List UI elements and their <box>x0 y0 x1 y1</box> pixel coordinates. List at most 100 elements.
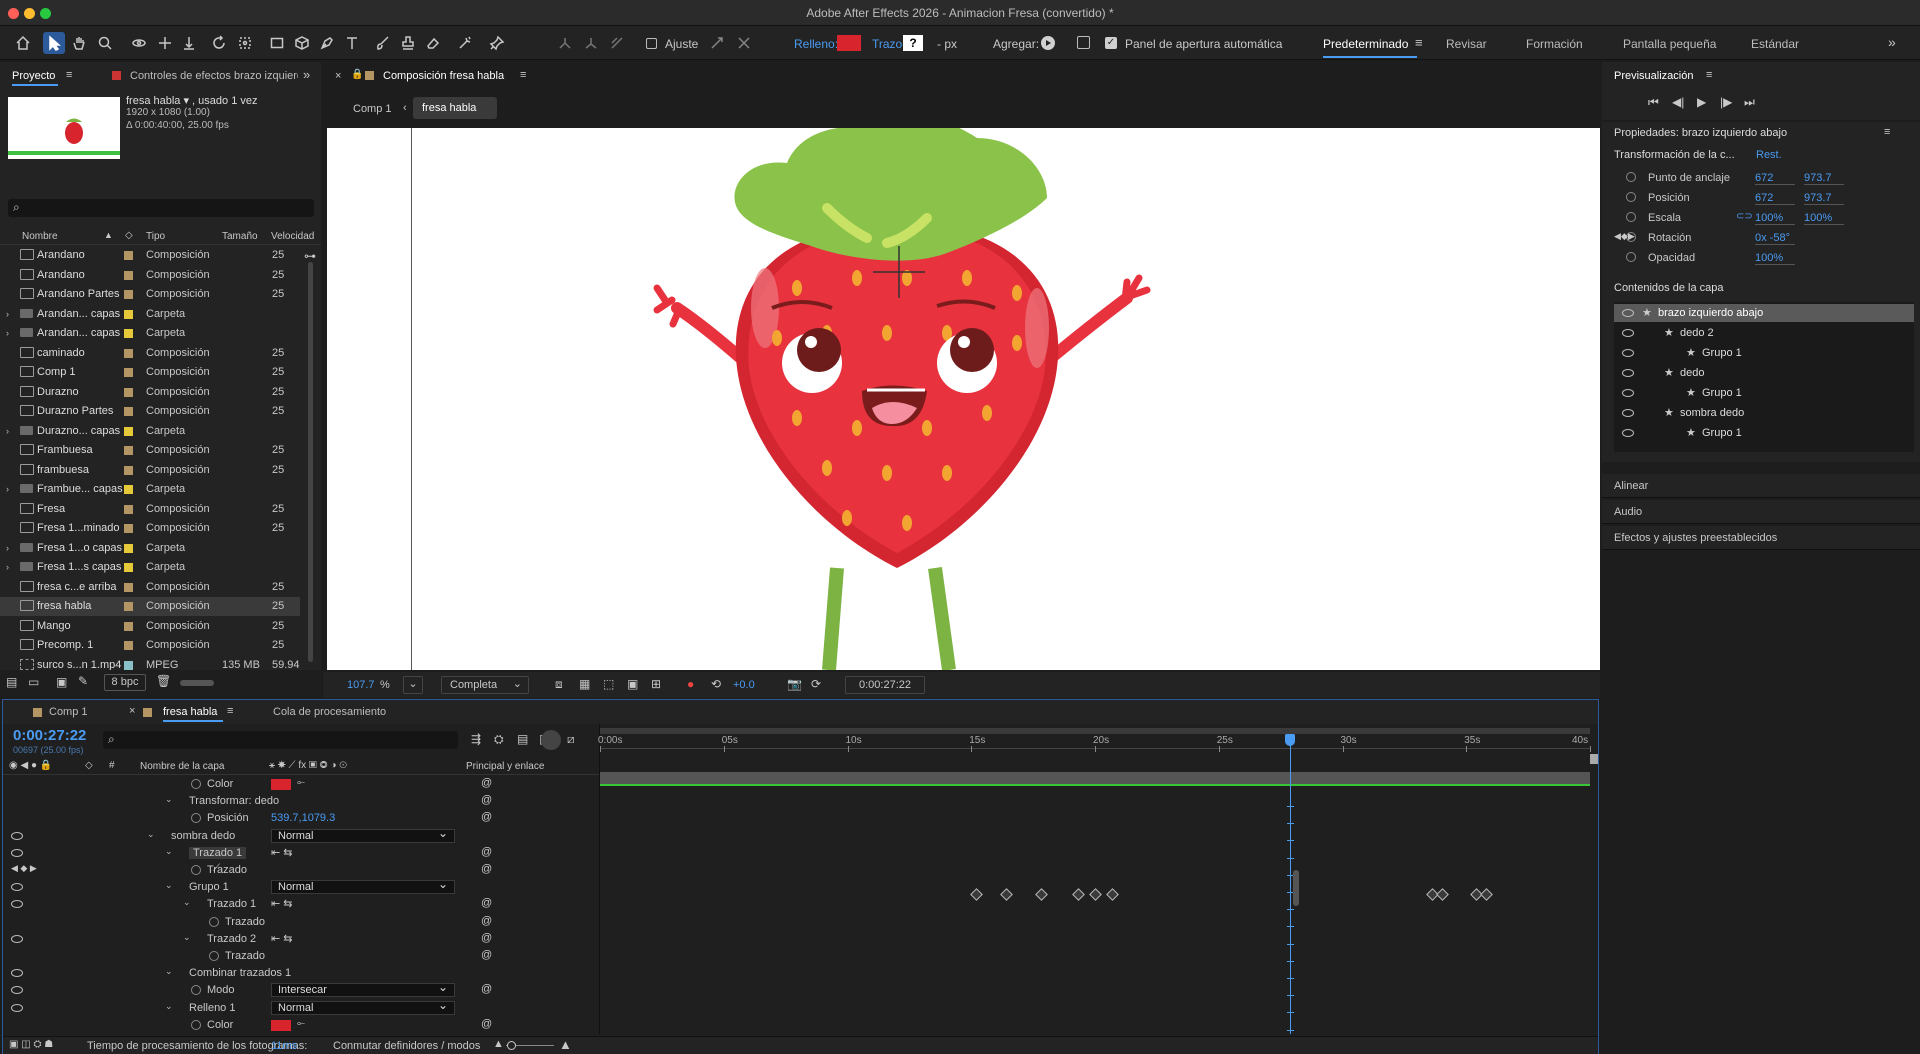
label-color-swatch[interactable] <box>124 251 133 260</box>
layer-name-column[interactable]: Nombre de la capa <box>140 761 225 772</box>
motion-blur-icon[interactable] <box>541 730 561 750</box>
timeline-end-marker[interactable] <box>1590 754 1598 764</box>
workspace-revisar[interactable]: Revisar <box>1446 37 1487 51</box>
puppet-pin-tool-icon[interactable] <box>486 32 508 54</box>
hide-shy-layers-icon[interactable]: ▤ <box>517 732 528 746</box>
auto-open-checkbox[interactable]: ✓ <box>1105 37 1117 49</box>
stopwatch-icon[interactable] <box>1626 252 1636 262</box>
zoom-in-icon[interactable]: ▲ <box>559 1037 572 1052</box>
column-speed[interactable]: Velocidad <box>271 231 314 242</box>
rectangle-tool-icon[interactable] <box>266 32 288 54</box>
snap-extra-2-icon[interactable] <box>733 32 755 54</box>
label-color-swatch[interactable] <box>124 446 133 455</box>
project-item-row[interactable]: Precomp. 1 Composición 25 <box>0 636 300 655</box>
property-value-2[interactable]: 973.7 <box>1804 172 1844 185</box>
hand-tool-icon[interactable] <box>68 32 90 54</box>
exposure-value[interactable]: +0.0 <box>733 679 755 691</box>
guides-icon[interactable]: ▣ <box>627 677 638 691</box>
timeline-graph[interactable]: 0:00s 05s 10s 15s 20s 25s 30s 35s 40s <box>598 724 1598 1048</box>
graph-editor-icon[interactable]: ⧄ <box>567 732 575 747</box>
twirl-down-icon[interactable]: ⌄ <box>165 880 173 891</box>
more-tabs-icon[interactable]: » <box>303 67 310 82</box>
home-icon[interactable] <box>12 32 34 54</box>
expression-pickwhip-icon[interactable]: @ <box>481 811 492 823</box>
layer-switches-icons[interactable]: ⚹ ☀ ⟋ fx ▣ ◎ ◑ ⊙ <box>269 760 347 771</box>
timeline-property-row[interactable]: Modo Intersecar @ <box>3 981 599 999</box>
sort-ascending-icon[interactable]: ▲ <box>104 230 113 240</box>
label-color-swatch[interactable] <box>124 602 133 611</box>
composition-mini-flowchart-icon[interactable]: ⇶ <box>471 732 481 746</box>
expand-arrow-icon[interactable]: › <box>6 426 9 436</box>
previous-frame-icon[interactable]: ◀| <box>1672 95 1684 109</box>
close-tab-icon[interactable]: × <box>129 705 135 717</box>
label-color-swatch[interactable] <box>124 504 133 514</box>
grid-options-icon[interactable]: ⊞ <box>651 677 661 691</box>
selection-tool-icon[interactable] <box>43 32 65 54</box>
more-workspaces-icon[interactable]: » <box>1888 34 1896 50</box>
timeline-property-row[interactable]: ⌄ Grupo 1 Normal <box>3 878 599 896</box>
visibility-eye-icon[interactable] <box>11 883 23 892</box>
zoom-slider-handle[interactable] <box>507 1041 516 1050</box>
label-color-swatch[interactable] <box>124 407 133 416</box>
properties-menu-icon[interactable]: ≡ <box>1884 126 1890 138</box>
play-icon[interactable]: ▶ <box>1697 95 1706 109</box>
project-item-row[interactable]: › Frambue... capas Carpeta <box>0 480 300 499</box>
project-item-row[interactable]: › Arandan... capas Carpeta <box>0 305 300 324</box>
stopwatch-icon[interactable] <box>191 1019 201 1030</box>
keyframe[interactable] <box>1106 888 1120 901</box>
viewer-timecode[interactable]: 0:00:27:22 <box>845 676 925 694</box>
workspace-formacion[interactable]: Formación <box>1526 37 1583 51</box>
eraser-tool-icon[interactable] <box>422 32 444 54</box>
av-switches-icon[interactable]: ◉ ◀ ● 🔒 <box>9 760 52 771</box>
label-color-swatch[interactable] <box>124 582 133 592</box>
interpret-footage-icon[interactable]: ▤ <box>6 675 17 689</box>
timeline-menu-icon[interactable]: ≡ <box>227 705 233 717</box>
content-tree-item[interactable]: ★ Grupo 1 <box>1614 424 1914 442</box>
footer-toggle-icons[interactable]: ▣ ◫ ⛭ ☗ <box>9 1039 53 1050</box>
trash-icon[interactable]: 🗑 <box>156 674 171 688</box>
stopwatch-icon[interactable] <box>209 916 219 927</box>
project-scrollbar[interactable] <box>308 262 313 662</box>
pen-tool-icon[interactable] <box>316 32 338 54</box>
column-type[interactable]: Tipo <box>146 231 165 242</box>
blend-mode-dropdown[interactable]: Intersecar <box>271 981 455 998</box>
twirl-down-icon[interactable]: ⌄ <box>147 829 155 840</box>
pan-camera-icon[interactable] <box>154 32 176 54</box>
keyframe[interactable] <box>970 888 984 901</box>
zoom-out-icon[interactable]: ▲ <box>493 1038 504 1050</box>
expand-arrow-icon[interactable]: › <box>6 484 9 494</box>
label-color-swatch[interactable] <box>124 465 133 475</box>
stopwatch-icon[interactable] <box>1626 172 1636 182</box>
visibility-eye-icon[interactable] <box>1622 329 1634 337</box>
timeline-property-row[interactable]: ⌄ Relleno 1 Normal <box>3 999 599 1017</box>
expand-arrow-icon[interactable]: › <box>6 562 9 572</box>
column-size[interactable]: Tamaño <box>222 231 258 242</box>
new-comp-icon[interactable]: ▣ <box>56 675 67 689</box>
preview-tab[interactable]: Previsualización <box>1614 70 1693 82</box>
label-color-swatch[interactable] <box>124 426 133 436</box>
label-color-swatch[interactable] <box>124 348 133 358</box>
show-snapshot-icon[interactable]: ⟳ <box>811 677 821 691</box>
snap-extra-1-icon[interactable] <box>706 32 728 54</box>
add-play-icon[interactable] <box>1041 36 1055 50</box>
visibility-eye-icon[interactable] <box>1622 309 1634 317</box>
project-search-input[interactable]: ⌕ <box>8 199 314 217</box>
timeline-property-row[interactable]: Posición 539.7,1079.3 @ <box>3 810 599 827</box>
lock-icon[interactable]: 🔒 <box>351 69 363 80</box>
expand-arrow-icon[interactable]: › <box>6 543 9 553</box>
project-item-row[interactable]: Fresa Composición 25 <box>0 500 300 519</box>
label-color-swatch[interactable] <box>124 660 133 670</box>
tab-fresa-habla[interactable]: fresa habla <box>163 706 217 718</box>
path-direction-icon[interactable]: ⇤ ⇆ <box>271 846 293 859</box>
audio-panel[interactable]: Audio <box>1602 500 1920 524</box>
stopwatch-icon[interactable] <box>191 865 201 875</box>
3d-shape-tool-icon[interactable] <box>291 32 313 54</box>
transparency-grid-icon[interactable]: ▦ <box>579 677 590 691</box>
snap-option-2-icon[interactable] <box>580 32 602 54</box>
stopwatch-icon[interactable] <box>191 779 201 789</box>
position-value[interactable]: 539.7,1079.3 <box>271 812 335 824</box>
effects-controls-tab[interactable]: Controles de efectos brazo izquierdo <box>130 70 298 82</box>
content-tree-item[interactable]: ★ sombra dedo <box>1614 404 1914 422</box>
snap-option-1-icon[interactable] <box>554 32 576 54</box>
visibility-eye-icon[interactable] <box>1622 369 1634 377</box>
